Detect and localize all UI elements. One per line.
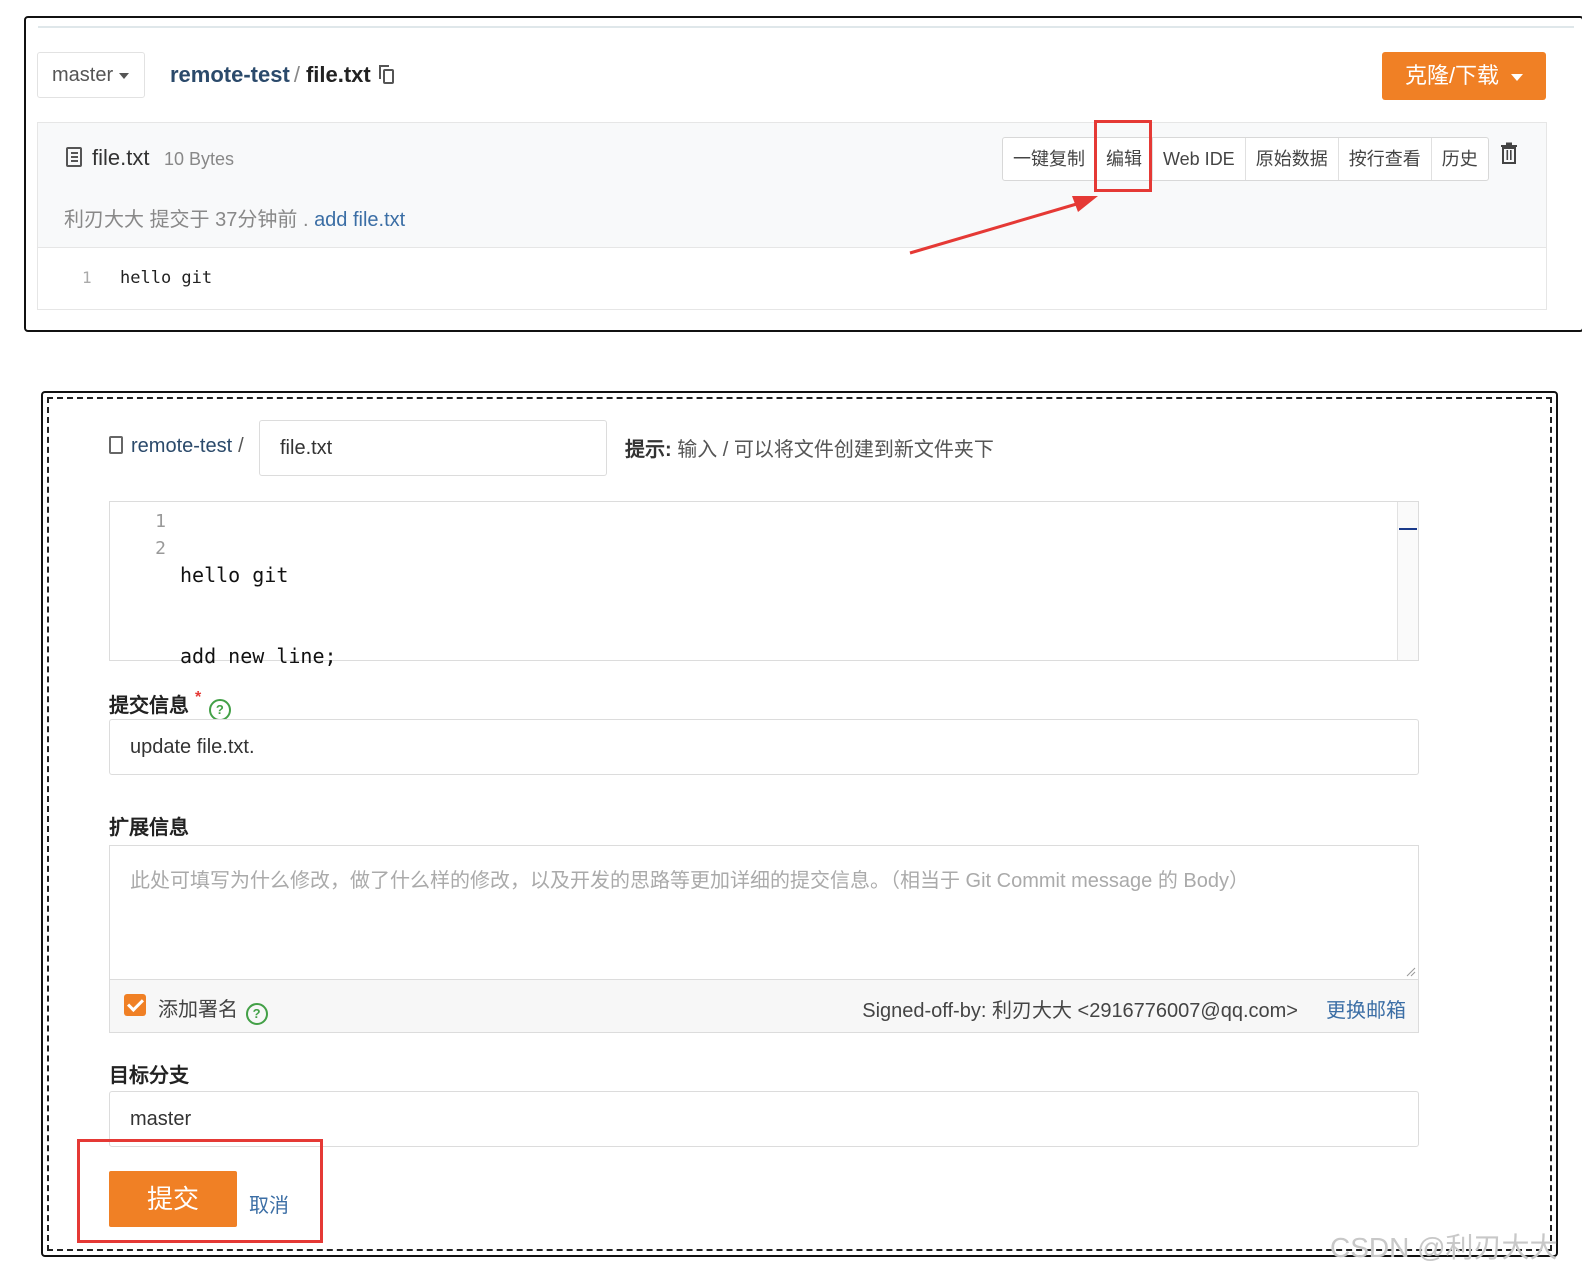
- signoff-checkbox[interactable]: [124, 994, 146, 1016]
- breadcrumb-file: file.txt: [305, 62, 371, 87]
- commit-message-label: 提交信息 * ?: [109, 689, 231, 721]
- extended-info-textarea[interactable]: 此处可填写为什么修改，做了什么样的修改，以及开发的思路等更加详细的提交信息。（相…: [109, 845, 1419, 979]
- commit-time: 37分钟前: [215, 209, 298, 231]
- hint-text: 输入 / 可以将文件创建到新文件夹下: [677, 439, 994, 461]
- copy-all-button[interactable]: 一键复制: [1003, 138, 1096, 180]
- file-icon: [109, 436, 123, 454]
- clone-download-button[interactable]: 克隆/下载: [1382, 52, 1546, 100]
- target-branch-label: 目标分支: [109, 1065, 189, 1087]
- last-commit-info: 利刃大大 提交于 37分钟前 . add file.txt: [64, 203, 405, 232]
- help-icon[interactable]: ?: [245, 1003, 268, 1025]
- breadcrumb-repo-link[interactable]: remote-test: [170, 62, 290, 87]
- extended-info-placeholder: 此处可填写为什么修改，做了什么样的修改，以及开发的思路等更加详细的提交信息。（相…: [130, 870, 1249, 892]
- code-view: 1 hello git: [37, 248, 1547, 310]
- signoff-label: 添加署名 ?: [158, 993, 268, 1025]
- copy-icon[interactable]: [378, 65, 395, 85]
- caret-down-icon: [1511, 73, 1524, 81]
- branch-select[interactable]: master: [37, 52, 145, 98]
- help-icon[interactable]: ?: [208, 699, 231, 721]
- submit-highlight: [77, 1139, 323, 1243]
- editor-scrollbar[interactable]: [1397, 502, 1418, 660]
- path-hint: 提示: 输入 / 可以将文件创建到新文件夹下: [625, 433, 994, 462]
- extended-info-label: 扩展信息: [109, 817, 189, 839]
- code-line: add new line;: [180, 644, 337, 668]
- breadcrumb: remote-test / file.txt: [170, 62, 395, 88]
- blame-button[interactable]: 按行查看: [1339, 138, 1432, 180]
- raw-button[interactable]: 原始数据: [1246, 138, 1339, 180]
- breadcrumb-separator: /: [238, 435, 244, 457]
- edit-button-highlight: [1094, 120, 1152, 192]
- trash-icon[interactable]: [1500, 142, 1518, 164]
- file-header: file.txt 10 Bytes 一键复制 编辑 Web IDE 原始数据 按…: [37, 122, 1547, 248]
- line-number: 1: [82, 268, 92, 287]
- file-name: file.txt: [92, 145, 150, 170]
- edit-breadcrumb: remote-test /: [109, 435, 244, 458]
- line-number: 2: [155, 538, 166, 559]
- branch-select-label: master: [52, 64, 114, 86]
- signoff-label-text: 添加署名: [158, 999, 238, 1021]
- commit-dot: .: [302, 209, 309, 231]
- resize-grip-icon[interactable]: [1406, 967, 1416, 977]
- history-button[interactable]: 历史: [1432, 138, 1488, 180]
- line-number: 1: [155, 511, 166, 532]
- hint-label: 提示:: [625, 439, 672, 461]
- web-ide-button[interactable]: Web IDE: [1153, 138, 1246, 180]
- edit-file-panel: remote-test / 提示: 输入 / 可以将文件创建到新文件夹下 1 2 …: [41, 391, 1558, 1257]
- commit-message-input[interactable]: [109, 719, 1419, 775]
- file-toolbar: 一键复制 编辑 Web IDE 原始数据 按行查看 历史: [1002, 137, 1489, 181]
- editor-gutter: 1 2: [146, 508, 166, 562]
- file-icon: [66, 147, 82, 167]
- breadcrumb-repo-link[interactable]: remote-test: [131, 435, 232, 457]
- filename-input[interactable]: [259, 420, 607, 476]
- divider: [38, 26, 1574, 28]
- commit-message-link[interactable]: add file.txt: [314, 209, 405, 231]
- signoff-bar: 添加署名 ? Signed-off-by: 利刃大大 <2916776007@q…: [109, 979, 1419, 1033]
- signoff-text: Signed-off-by: 利刃大大 <2916776007@qq.com>: [862, 1000, 1298, 1022]
- commit-message-label-text: 提交信息: [109, 695, 189, 717]
- file-view-panel: master remote-test / file.txt 克隆/下载 file.t…: [24, 16, 1582, 332]
- watermark: CSDN @利刃大大: [1330, 1232, 1558, 1263]
- caret-down-icon: [119, 72, 130, 79]
- code-line: hello git: [120, 268, 213, 288]
- file-size: 10 Bytes: [164, 149, 235, 169]
- breadcrumb-separator: /: [293, 62, 300, 87]
- change-email-link[interactable]: 更换邮箱: [1326, 994, 1406, 1023]
- code-line: hello git: [180, 563, 289, 587]
- required-star: *: [195, 689, 202, 706]
- commit-action: 提交于: [149, 209, 210, 231]
- clone-download-label: 克隆/下载: [1404, 63, 1500, 88]
- code-editor[interactable]: 1 2 hello git add new line;: [109, 501, 1419, 668]
- commit-author[interactable]: 利刃大大: [64, 209, 144, 231]
